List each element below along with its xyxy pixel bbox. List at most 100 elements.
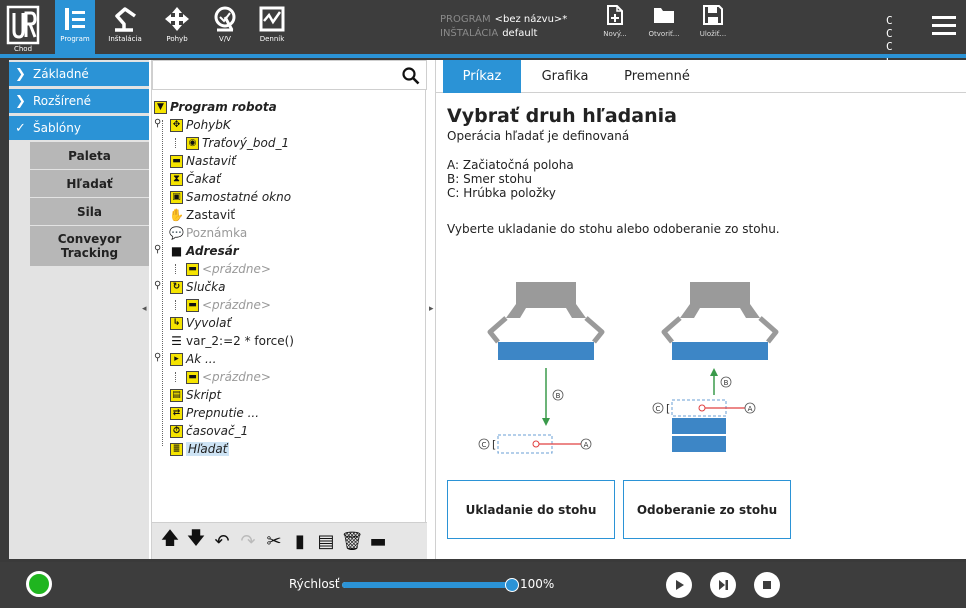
tree-node-assignment[interactable]: ☰ var_2:=2 * force() — [170, 332, 294, 350]
tab-installation[interactable]: Inštalácia — [104, 0, 146, 54]
tab-variables[interactable]: Premenné — [612, 60, 702, 93]
tab-installation-label: Inštalácia — [108, 35, 142, 43]
tab-log[interactable]: Denník — [254, 0, 290, 54]
destacking-button[interactable]: Odoberanie zo stohu — [623, 480, 791, 539]
tree-node-empty[interactable]: ▬ <prázdne> — [186, 368, 271, 386]
save-icon — [703, 5, 723, 25]
tab-io[interactable]: V/V — [206, 0, 244, 54]
tree-node-root[interactable]: ▼ Program robota — [154, 98, 277, 116]
tree-node-label: Samostatné okno — [186, 190, 292, 204]
collapse-left-icon[interactable]: ◂ — [142, 304, 152, 316]
tree-node-empty[interactable]: ▬ <prázdne> — [186, 296, 271, 314]
tree-node-label: Adresár — [186, 244, 239, 258]
breakpoint-pin-icon[interactable]: ⚲ — [154, 280, 161, 291]
tree-node-call[interactable]: ↳ Vyvolať — [170, 314, 231, 332]
tree-node-label: Nastaviť — [186, 154, 236, 168]
script-icon: ▤ — [170, 388, 183, 402]
move-down-icon[interactable]: 🡇 — [186, 528, 206, 552]
step-button[interactable] — [710, 572, 736, 598]
empty-placeholder-icon: ▬ — [186, 298, 199, 312]
label-a: A — [584, 441, 589, 449]
chevron-down-icon: ✓ — [15, 120, 26, 136]
command-subtitle: Operácia hľadať je definovaná — [447, 129, 630, 143]
legend-a: A: Začiatočná poloha — [447, 158, 574, 172]
category-basic[interactable]: ❯ Základné — [9, 62, 149, 86]
popup-window-icon: ▣ — [170, 190, 183, 204]
tree-node-set[interactable]: ▬ Nastaviť — [170, 152, 236, 170]
breakpoint-pin-icon[interactable]: ⚲ — [154, 244, 161, 255]
program-name-row: PROGRAM <bez názvu>* — [440, 14, 567, 25]
tree-node-label: Čakať — [186, 172, 221, 186]
timer-icon: ⏱ — [170, 424, 183, 438]
template-force[interactable]: Sila — [30, 198, 149, 225]
category-advanced-label: Rozšírené — [33, 94, 92, 108]
tree-node-label: Zastaviť — [186, 208, 236, 222]
tree-node-empty[interactable]: ▬ <prázdne> — [186, 260, 271, 278]
call-subprogram-icon: ↳ — [170, 316, 183, 330]
search-icon[interactable] — [402, 67, 420, 85]
category-basic-label: Základné — [33, 67, 89, 81]
tree-node-label: <prázdne> — [202, 370, 271, 384]
tree-node-script[interactable]: ▤ Skript — [170, 386, 221, 404]
tree-node-label: <prázdne> — [202, 262, 271, 276]
speed-slider[interactable] — [342, 578, 519, 592]
save-file-button[interactable]: Uložiť... — [692, 4, 734, 50]
search-input[interactable] — [152, 60, 427, 90]
robot-status-indicator[interactable] — [26, 571, 52, 597]
breakpoint-pin-icon[interactable]: ⚲ — [154, 118, 161, 129]
tree-node-switch[interactable]: ⇄ Prepnutie ... — [170, 404, 259, 422]
step-icon — [719, 580, 728, 590]
tree-node-comment[interactable]: 💬 Poznámka — [169, 224, 247, 242]
tree-node-timer[interactable]: ⏱ časovač_1 — [170, 422, 248, 440]
tree-node-if[interactable]: ▸ Ak ... — [170, 350, 216, 368]
tree-node-label: Program robota — [170, 100, 277, 114]
template-seek[interactable]: Hľadať — [30, 170, 149, 197]
paste-icon[interactable]: ▤ — [316, 530, 336, 552]
delete-icon[interactable]: 🗑 — [341, 530, 364, 552]
speed-value: 100% — [520, 577, 555, 591]
redo-icon[interactable]: ↷ — [238, 530, 258, 552]
program-tree-panel: ▼ Program robota ⚲ ✥ PohybK ◉ Traťový_bod_1… — [151, 60, 427, 559]
comment-bubble-icon: 💬 — [169, 225, 184, 240]
tab-program[interactable]: Program — [55, 0, 95, 54]
template-conveyor-tracking[interactable]: Conveyor Tracking — [30, 226, 149, 266]
stacking-diagram: B [ C A — [478, 282, 605, 454]
undo-icon[interactable]: ↶ — [212, 530, 232, 552]
play-button[interactable] — [666, 572, 692, 598]
legend-c: C: Hrúbka položky — [447, 186, 556, 200]
tree-node-loop[interactable]: ↻ Slučka — [170, 278, 225, 296]
tree-node-label: <prázdne> — [202, 298, 271, 312]
breakpoint-pin-icon[interactable]: ⚲ — [154, 352, 161, 363]
seek-list-icon: ≣ — [170, 442, 183, 456]
category-advanced[interactable]: ❯ Rozšírené — [9, 89, 149, 113]
open-file-button[interactable]: Otvoriť... — [643, 4, 685, 50]
move-up-icon[interactable]: 🡅 — [160, 528, 180, 552]
suppress-icon[interactable]: ▬ — [368, 530, 388, 552]
tree-node-waypoint[interactable]: ◉ Traťový_bod_1 — [186, 134, 289, 152]
tree-node-folder[interactable]: ■ Adresár — [170, 242, 239, 260]
template-pallet[interactable]: Paleta — [30, 142, 149, 169]
cut-icon[interactable]: ✂ — [264, 530, 284, 552]
stacking-button[interactable]: Ukladanie do stohu — [447, 480, 615, 539]
tree-node-halt[interactable]: ✋ Zastaviť — [169, 206, 236, 224]
copy-icon[interactable]: ▮ — [290, 530, 310, 552]
tab-move[interactable]: Pohyb — [158, 0, 196, 54]
legend-b: B: Smer stohu — [447, 172, 533, 186]
new-file-button[interactable]: Nový... — [594, 4, 636, 50]
tab-graphics[interactable]: Grafika — [528, 60, 602, 93]
tree-node-seek[interactable]: ≣ Hľadať — [170, 440, 230, 458]
hamburger-menu-icon[interactable] — [932, 16, 956, 38]
svg-text:[: [ — [492, 438, 496, 451]
halt-hand-icon: ✋ — [169, 207, 184, 222]
stop-button[interactable] — [754, 572, 780, 598]
tree-node-movel[interactable]: ✥ PohybK — [170, 116, 231, 134]
label-b: B — [724, 379, 729, 387]
tree-node-popup[interactable]: ▣ Samostatné okno — [170, 188, 291, 206]
io-icon — [214, 6, 236, 32]
ur-logo-icon — [6, 5, 40, 45]
tree-node-label: Hľadať — [186, 442, 230, 456]
tab-command[interactable]: Príkaz — [443, 60, 521, 93]
category-templates[interactable]: ✓ Šablóny — [9, 116, 149, 140]
speed-slider-handle[interactable] — [505, 578, 519, 592]
tree-node-wait[interactable]: ⧗ Čakať — [170, 170, 221, 188]
